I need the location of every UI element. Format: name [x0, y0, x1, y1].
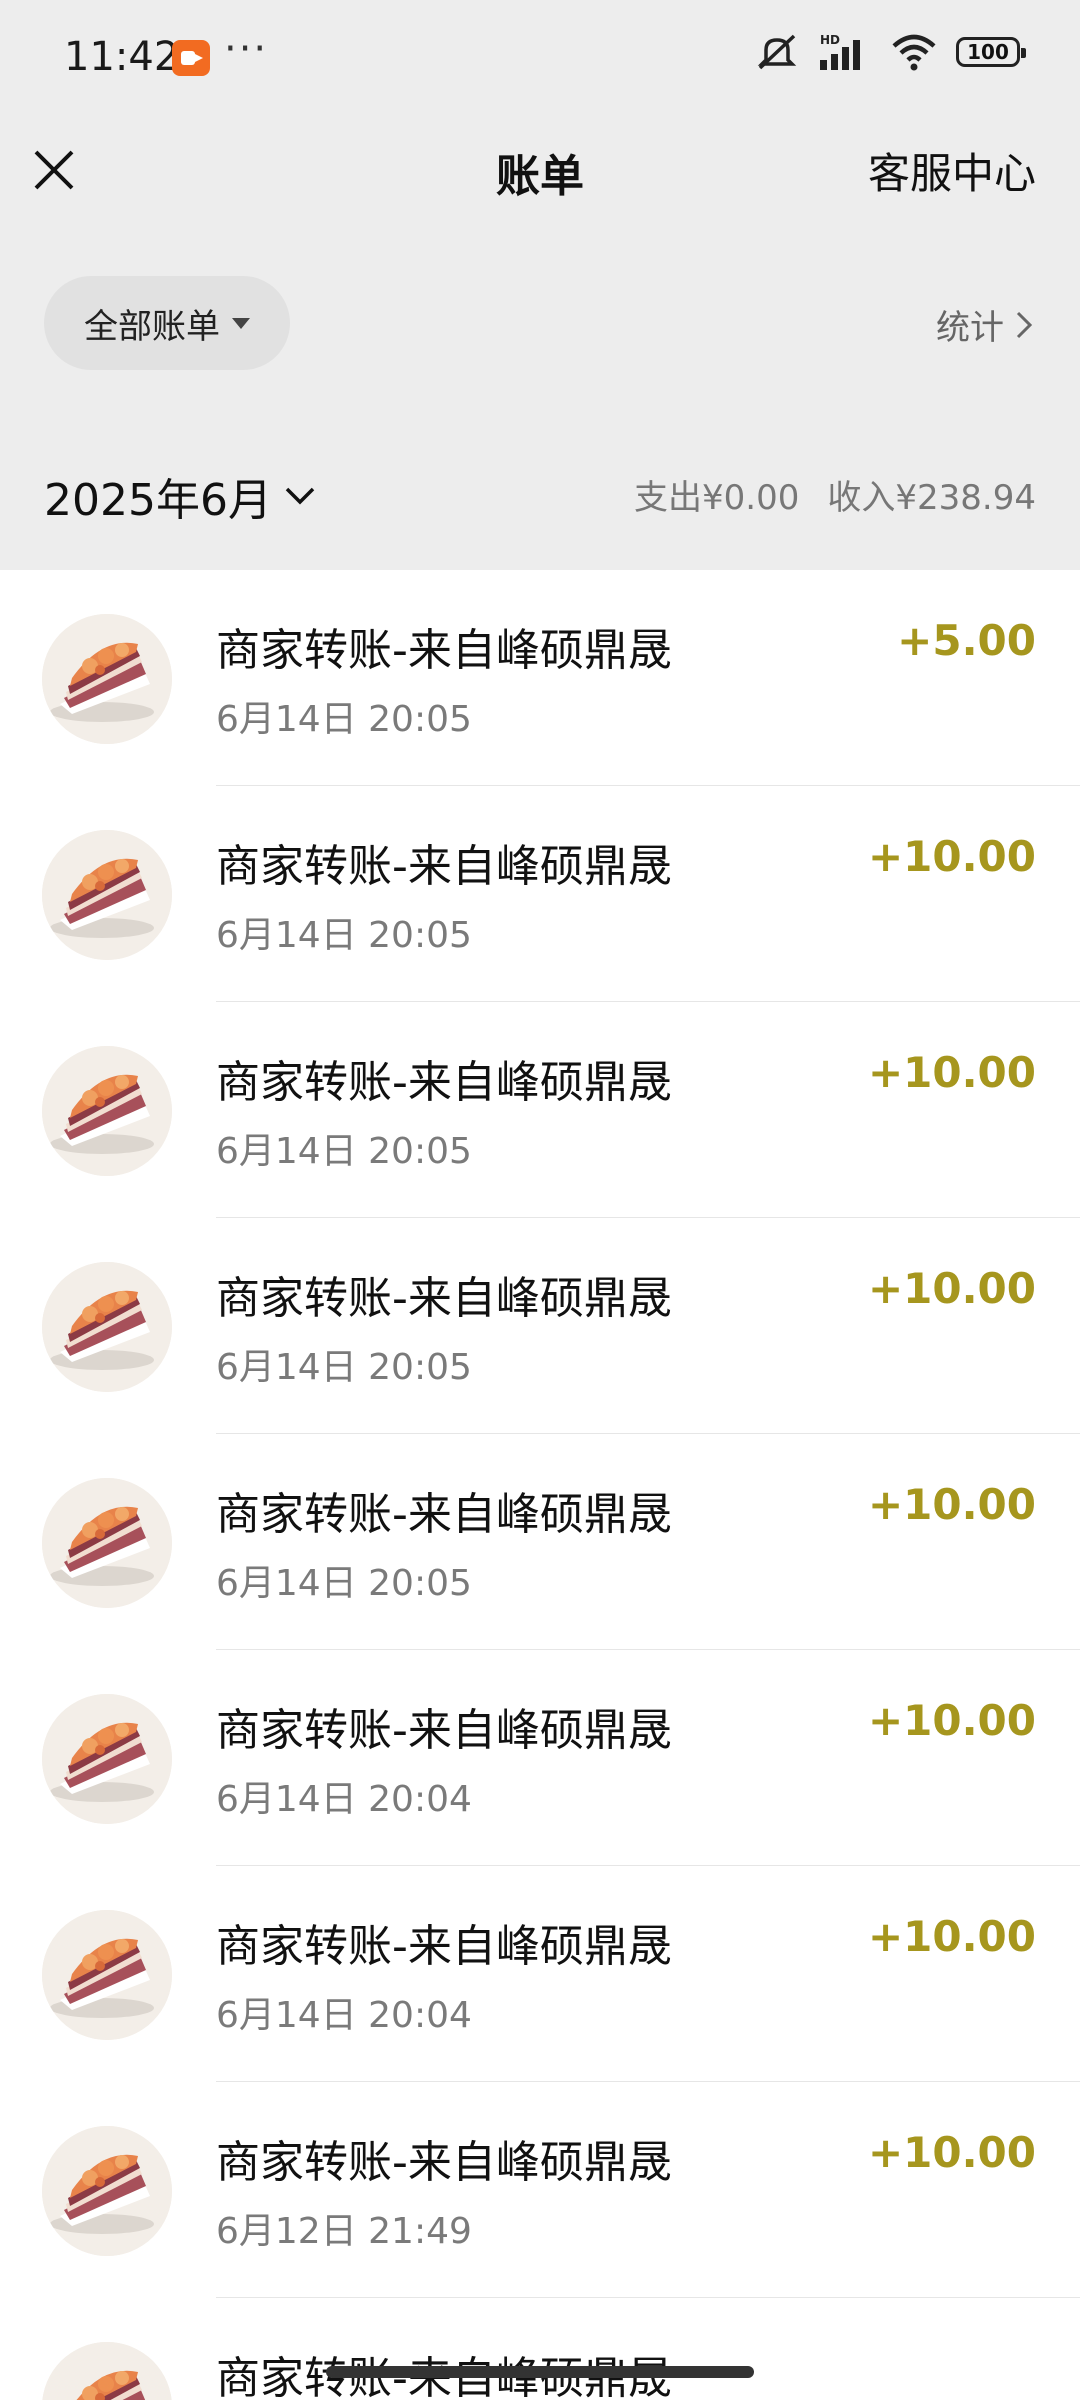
chevron-down-icon — [285, 487, 315, 505]
merchant-avatar — [42, 1046, 172, 1176]
merchant-avatar — [42, 830, 172, 960]
transaction-title: 商家转账-来自峰硕鼎晟 — [216, 625, 672, 676]
wifi-icon — [892, 34, 936, 71]
transaction-time: 6月14日 20:04 — [216, 1779, 472, 1820]
cake-avatar-image — [42, 2126, 172, 2256]
transaction-amount: +10.00 — [867, 1696, 1036, 1745]
transaction-row[interactable]: 商家转账-来自峰硕鼎晟 6月14日 20:04 +10.00 — [0, 1650, 1080, 1866]
transaction-time: 6月14日 20:05 — [216, 1347, 472, 1388]
transaction-time: 6月14日 20:05 — [216, 1131, 472, 1172]
cake-avatar-image — [42, 1910, 172, 2040]
transaction-amount: +10.00 — [867, 2128, 1036, 2177]
mute-icon — [757, 34, 797, 70]
transaction-amount: +10.00 — [867, 1480, 1036, 1529]
cake-avatar-image — [42, 1478, 172, 1608]
transaction-row[interactable]: 商家转账-来自峰硕鼎晟 6月14日 20:05 +10.00 — [0, 786, 1080, 1002]
home-indicator[interactable] — [326, 2366, 754, 2378]
status-time: 11:42 — [64, 34, 180, 80]
transaction-title: 商家转账-来自峰硕鼎晟 — [216, 1057, 672, 1108]
transaction-time: 6月14日 20:04 — [216, 1995, 472, 2036]
month-label: 2025年6月 — [44, 475, 272, 526]
transaction-row[interactable]: 商家转账-来自峰硕鼎晟 6月14日 20:05 +10.00 — [0, 1434, 1080, 1650]
svg-text:HD: HD — [820, 33, 840, 47]
transaction-list: 商家转账-来自峰硕鼎晟 6月14日 20:05 +5.00 商家转账-来自峰硕鼎… — [0, 570, 1080, 2400]
merchant-avatar — [42, 2342, 172, 2400]
transaction-row[interactable]: 商家转账-来自峰硕鼎晟 6月14日 20:05 +10.00 — [0, 1218, 1080, 1434]
transaction-row[interactable]: 商家转账-来自峰硕鼎晟 6月12日 21:49 +10.00 — [0, 2082, 1080, 2298]
month-picker[interactable]: 2025年6月 — [44, 464, 316, 528]
transaction-time: 6月14日 20:05 — [216, 1563, 472, 1604]
merchant-avatar — [42, 1910, 172, 2040]
cake-avatar-image — [42, 830, 172, 960]
filter-row: 全部账单 统计 — [0, 260, 1080, 370]
chevron-right-icon — [1016, 311, 1033, 338]
statistics-link[interactable]: 统计 — [936, 300, 1034, 349]
merchant-avatar — [42, 1478, 172, 1608]
more-notifications-icon: ··· — [224, 26, 269, 72]
merchant-avatar — [42, 2126, 172, 2256]
transaction-row[interactable]: 商家转账-来自峰硕鼎晟 6月14日 20:05 +10.00 — [0, 1002, 1080, 1218]
dropdown-caret-icon — [232, 317, 250, 329]
transaction-amount: +10.00 — [867, 832, 1036, 881]
transaction-amount: +10.00 — [867, 1912, 1036, 1961]
transaction-amount: +10.00 — [867, 1264, 1036, 1313]
cake-avatar-image — [42, 1046, 172, 1176]
transaction-title: 商家转账-来自峰硕鼎晟 — [216, 841, 672, 892]
video-app-icon — [172, 40, 210, 76]
merchant-avatar — [42, 614, 172, 744]
cake-avatar-image — [42, 2342, 172, 2400]
transaction-time: 6月14日 20:05 — [216, 699, 472, 740]
month-summary-bar: 2025年6月 支出¥0.00 收入¥238.94 — [0, 420, 1080, 570]
nav-header: 账单 客服中心 — [0, 120, 1080, 220]
cake-avatar-image — [42, 614, 172, 744]
transaction-title: 商家转账-来自峰硕鼎晟 — [216, 1489, 672, 1540]
transaction-time: 6月12日 21:49 — [216, 2211, 472, 2252]
transaction-title: 商家转账-来自峰硕鼎晟 — [216, 2137, 672, 2188]
cake-avatar-image — [42, 1262, 172, 1392]
merchant-avatar — [42, 1694, 172, 1824]
bill-filter-label: 全部账单 — [84, 306, 220, 347]
transaction-row[interactable]: 商家转账-来自峰硕鼎晟 6月14日 20:05 +5.00 — [0, 570, 1080, 786]
income-total: 收入¥238.94 — [827, 478, 1036, 518]
transaction-row[interactable]: 商家转账-来自峰硕鼎晟 6月14日 20:04 +10.00 — [0, 1866, 1080, 2082]
bill-filter-dropdown[interactable]: 全部账单 — [44, 276, 290, 370]
status-bar: 11:42 ··· HD 100 — [0, 0, 1080, 120]
statistics-label: 统计 — [936, 308, 1004, 348]
expense-total: 支出¥0.00 — [634, 478, 800, 518]
transaction-title: 商家转账-来自峰硕鼎晟 — [216, 1705, 672, 1756]
month-totals: 支出¥0.00 收入¥238.94 — [634, 470, 1036, 519]
transaction-amount: +10.00 — [867, 1048, 1036, 1097]
cake-avatar-image — [42, 1694, 172, 1824]
transaction-title: 商家转账-来自峰硕鼎晟 — [216, 1921, 672, 1972]
transaction-time: 6月14日 20:05 — [216, 915, 472, 956]
transaction-title: 商家转账-来自峰硕鼎晟 — [216, 1273, 672, 1324]
transaction-row[interactable]: 商家转账-来自峰硕鼎晟 — [0, 2298, 1080, 2400]
transaction-amount: +5.00 — [897, 616, 1036, 665]
status-icons: HD 100 — [754, 32, 1026, 72]
customer-service-link[interactable]: 客服中心 — [868, 140, 1036, 201]
battery-icon: 100 — [956, 37, 1026, 67]
signal-icon: HD — [820, 33, 860, 70]
merchant-avatar — [42, 1262, 172, 1392]
